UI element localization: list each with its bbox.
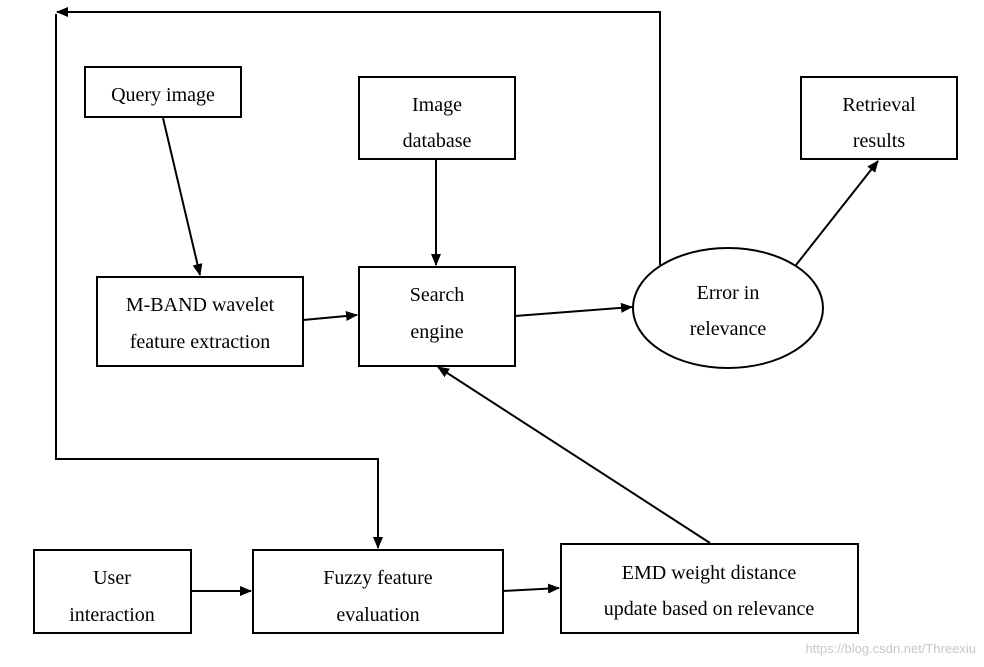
node-label: User: [93, 567, 131, 589]
node-retrieval-results: Retrieval results: [800, 76, 958, 160]
node-label: results: [853, 130, 905, 152]
node-label: Error in: [697, 282, 760, 304]
node-search-engine: Search engine: [358, 266, 516, 367]
node-emd-weight-update: EMD weight distance update based on rele…: [560, 543, 859, 634]
flowchart: Query image Image database Retrieval res…: [33, 7, 976, 656]
node-query-image: Query image: [84, 66, 242, 118]
edge-search-to-error: [514, 302, 633, 317]
node-mband-feature-extraction: M-BAND wavelet feature extraction: [96, 276, 304, 367]
edge-mband-to-search: [302, 311, 358, 321]
edge-emd-to-search: [437, 366, 711, 544]
node-label: Search: [410, 284, 464, 306]
watermark: https://blog.csdn.net/Threexiu: [805, 641, 976, 656]
node-label: Fuzzy feature: [323, 567, 433, 589]
edge-query-to-mband: [162, 117, 203, 276]
node-label: M-BAND wavelet: [126, 294, 275, 316]
node-label: feature extraction: [130, 331, 270, 353]
edge-error-to-results: [795, 160, 879, 266]
node-label: update based on relevance: [604, 598, 815, 620]
node-label: Retrieval: [842, 94, 916, 116]
node-error-in-relevance: Error in relevance: [632, 247, 824, 369]
edge-fuzzy-to-emd: [502, 583, 560, 594]
node-label: engine: [410, 321, 463, 343]
node-label: database: [403, 130, 472, 152]
node-label: interaction: [69, 604, 155, 626]
node-label: Image: [412, 94, 462, 116]
node-label: EMD weight distance: [622, 562, 797, 584]
node-image-database: Image database: [358, 76, 516, 160]
node-label: relevance: [690, 318, 767, 340]
node-fuzzy-feature-evaluation: Fuzzy feature evaluation: [252, 549, 504, 634]
node-user-interaction: User interaction: [33, 549, 192, 634]
node-label: Query image: [111, 84, 215, 106]
node-label: evaluation: [336, 604, 419, 626]
